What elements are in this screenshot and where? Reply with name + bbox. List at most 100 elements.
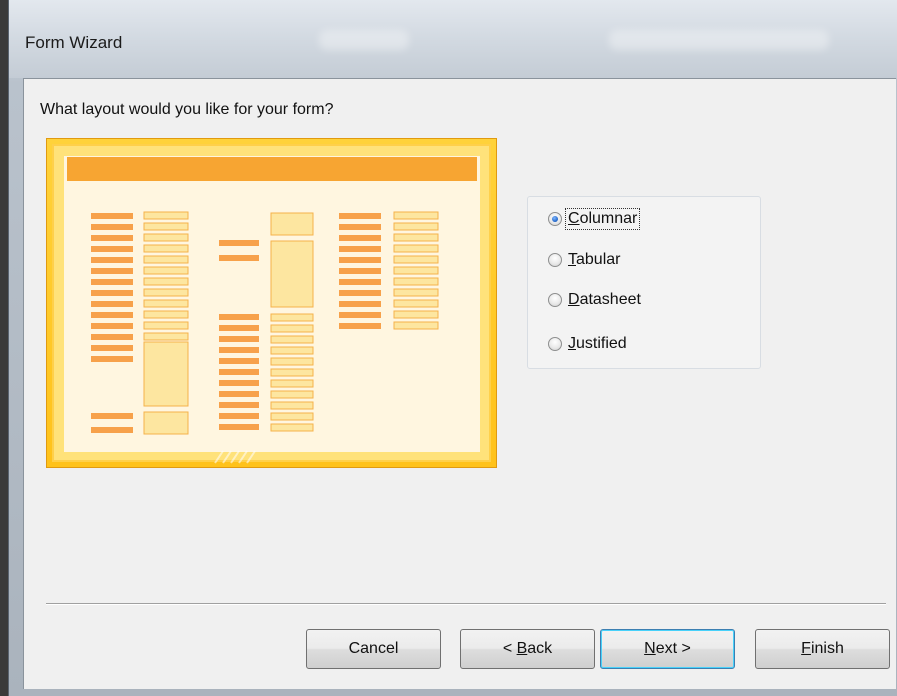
preview-field-block	[219, 336, 259, 342]
button-separator	[46, 603, 886, 605]
preview-field-block	[270, 346, 314, 355]
preview-title-bar	[67, 157, 477, 181]
title-bar-blur	[319, 30, 409, 50]
preview-field-block	[143, 321, 189, 330]
radio-button[interactable]	[548, 337, 562, 351]
preview-field-block	[270, 412, 314, 421]
preview-field-block	[393, 222, 439, 231]
window-title: Form Wizard	[25, 33, 123, 52]
preview-field-block	[393, 321, 439, 330]
preview-field-block	[270, 401, 314, 410]
preview-field-block	[270, 368, 314, 377]
preview-field-block	[219, 358, 259, 364]
preview-field-block	[143, 411, 189, 435]
preview-field-block	[339, 268, 381, 274]
radio-label-justified: Justified	[568, 335, 627, 352]
preview-field-block	[270, 240, 314, 308]
preview-field-block	[393, 288, 439, 297]
preview-field-block	[91, 334, 133, 340]
preview-field-block	[270, 357, 314, 366]
layout-preview-graphic	[52, 144, 491, 464]
preview-field-block	[339, 279, 381, 285]
preview-field-block	[393, 266, 439, 275]
preview-field-block	[339, 246, 381, 252]
preview-field-block	[339, 312, 381, 318]
preview-field-block	[143, 266, 189, 275]
preview-field-block	[91, 257, 133, 263]
preview-field-block	[143, 299, 189, 308]
preview-field-block	[143, 244, 189, 253]
preview-field-block	[91, 279, 133, 285]
finish-button[interactable]: Finish	[755, 629, 890, 669]
preview-field-block	[143, 341, 189, 407]
radio-tabular[interactable]: Tabular	[548, 248, 622, 272]
preview-field-block	[393, 244, 439, 253]
preview-field-block	[270, 324, 314, 333]
preview-field-block	[270, 313, 314, 322]
radio-label-columnar: Columnar	[564, 208, 641, 230]
preview-field-block	[219, 255, 259, 261]
layout-prompt: What layout would you like for your form…	[40, 101, 334, 118]
radio-columnar[interactable]: Columnar	[548, 207, 641, 231]
title-bar-blur	[609, 30, 829, 50]
layout-options-group: Columnar Tabular Datasheet Justified	[527, 196, 761, 369]
preview-field-block	[143, 288, 189, 297]
preview-field-block	[219, 314, 259, 320]
preview-field-block	[339, 301, 381, 307]
preview-field-block	[219, 413, 259, 419]
preview-field-block	[393, 255, 439, 264]
preview-field-block	[91, 301, 133, 307]
radio-datasheet[interactable]: Datasheet	[548, 288, 643, 312]
preview-field-block	[339, 323, 381, 329]
preview-field-block	[339, 290, 381, 296]
preview-field-block	[339, 213, 381, 219]
radio-justified[interactable]: Justified	[548, 332, 629, 356]
title-bar[interactable]: Form Wizard	[9, 0, 897, 78]
preview-field-block	[91, 345, 133, 351]
preview-field-block	[91, 312, 133, 318]
preview-field-block	[339, 235, 381, 241]
preview-field-block	[91, 224, 133, 230]
preview-field-block	[219, 240, 259, 246]
preview-field-block	[270, 423, 314, 432]
preview-field-block	[143, 222, 189, 231]
radio-label-datasheet: Datasheet	[568, 291, 641, 308]
next-button[interactable]: Next >	[600, 629, 735, 669]
wizard-body: What layout would you like for your form…	[23, 78, 896, 689]
preview-field-block	[270, 335, 314, 344]
preview-field-block	[219, 347, 259, 353]
preview-field-block	[91, 246, 133, 252]
preview-field-block	[91, 413, 133, 419]
preview-field-block	[393, 233, 439, 242]
preview-field-block	[219, 369, 259, 375]
preview-field-block	[91, 235, 133, 241]
preview-field-block	[219, 325, 259, 331]
preview-field-block	[143, 233, 189, 242]
preview-field-block	[91, 268, 133, 274]
radio-button[interactable]	[548, 293, 562, 307]
radio-button-checked[interactable]	[548, 212, 562, 226]
preview-field-block	[270, 390, 314, 399]
preview-field-block	[219, 391, 259, 397]
preview-field-block	[219, 402, 259, 408]
preview-field-block	[393, 310, 439, 319]
preview-field-block	[143, 277, 189, 286]
preview-field-block	[393, 299, 439, 308]
preview-field-block	[143, 211, 189, 220]
back-button[interactable]: < Back	[460, 629, 595, 669]
preview-field-block	[143, 255, 189, 264]
radio-button[interactable]	[548, 253, 562, 267]
preview-field-block	[91, 427, 133, 433]
preview-field-block	[270, 212, 314, 236]
preview-field-block	[91, 356, 133, 362]
preview-field-block	[339, 257, 381, 263]
preview-field-block	[91, 323, 133, 329]
radio-label-tabular: Tabular	[568, 251, 621, 268]
preview-field-block	[91, 290, 133, 296]
preview-field-block	[393, 277, 439, 286]
preview-field-block	[143, 332, 189, 341]
preview-field-block	[143, 310, 189, 319]
cancel-button[interactable]: Cancel	[306, 629, 441, 669]
preview-field-block	[219, 424, 259, 430]
preview-field-block	[393, 211, 439, 220]
